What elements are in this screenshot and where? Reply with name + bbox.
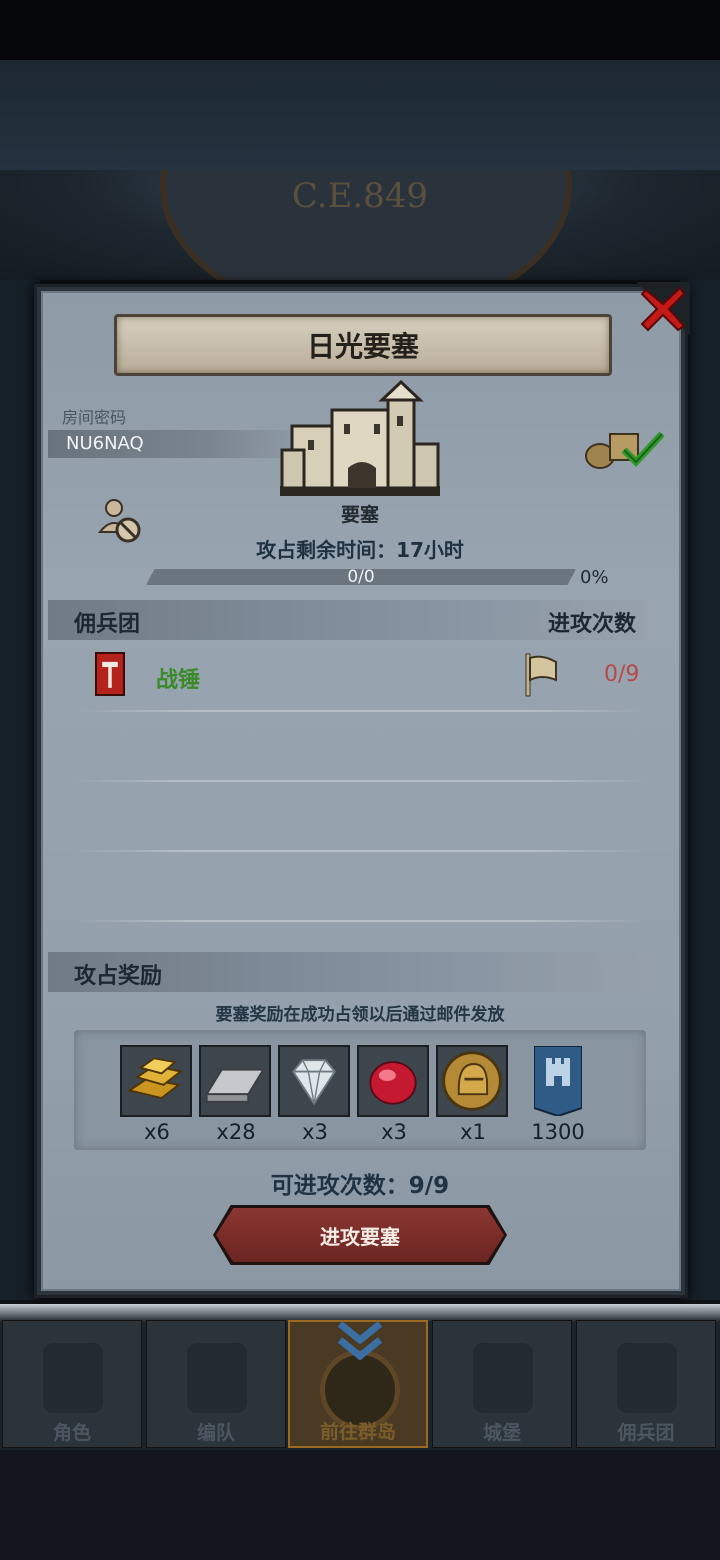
close-icon: [640, 286, 686, 332]
status-bar: [0, 0, 720, 60]
attacks-remaining: 可进攻次数：9/9: [270, 1173, 450, 1199]
row-divider: [74, 710, 646, 712]
nav-tab-label: 角色: [52, 1422, 91, 1444]
row-divider: [74, 850, 646, 852]
background-banner: C.E.849: [0, 170, 720, 280]
capture-progress-text: 0/0: [347, 567, 375, 587]
helmet-icon: [187, 1343, 247, 1413]
knight-icon: [43, 1343, 103, 1413]
knight-medal-icon: [438, 1047, 506, 1115]
background-band: [0, 60, 720, 170]
nav-tab-formation[interactable]: 编队: [146, 1320, 286, 1448]
castle-icon: [473, 1343, 533, 1413]
ruby-icon: [359, 1047, 427, 1115]
close-button[interactable]: [636, 282, 690, 336]
mercenary-section-title: 佣兵团: [74, 612, 141, 637]
fortress-icon: [280, 380, 440, 496]
nav-tab-label: 城堡: [482, 1422, 521, 1444]
reward-count: x6: [144, 1120, 170, 1144]
bottom-background: [0, 1450, 720, 1560]
room-code-label: 房间密码: [62, 408, 127, 427]
nav-tab-label: 佣兵团: [617, 1422, 675, 1444]
room-code[interactable]: NU6NAQ: [66, 433, 144, 454]
nav-tab-mercenary[interactable]: 佣兵团: [576, 1320, 716, 1448]
reward-item[interactable]: [357, 1045, 429, 1117]
loot-claimed-icon[interactable]: [584, 420, 666, 470]
reward-count: x28: [216, 1120, 256, 1144]
diamond-icon: [280, 1047, 348, 1115]
attack-fortress-button[interactable]: 进攻要塞: [216, 1208, 504, 1262]
row-divider: [74, 920, 646, 922]
reward-count: 1300: [531, 1120, 585, 1144]
silver-bar-icon: [201, 1047, 269, 1115]
nav-tab-label: 编队: [196, 1422, 235, 1444]
reward-item[interactable]: [199, 1045, 271, 1117]
gold-bar-icon: [122, 1047, 190, 1115]
dialog-title: 日光要塞: [114, 314, 612, 376]
calendar-year: C.E.849: [291, 176, 429, 216]
reward-count: x1: [460, 1120, 486, 1144]
nav-tab-character[interactable]: 角色: [2, 1320, 142, 1448]
flag-icon: [525, 653, 557, 697]
row-divider: [74, 780, 646, 782]
attack-count-header: 进攻次数: [548, 612, 637, 637]
mercenary-name: 战锤: [156, 668, 201, 693]
chevron-down-icon: [337, 1321, 383, 1361]
rewards-note: 要塞奖励在成功占领以后通过邮件发放: [215, 1005, 505, 1025]
rewards-section-title: 攻占奖励: [74, 964, 163, 989]
reward-count: x3: [381, 1120, 407, 1144]
castle-banner-icon[interactable]: [534, 1046, 582, 1116]
reward-item[interactable]: [436, 1045, 508, 1117]
capture-timer: 攻占剩余时间：17小时: [256, 538, 464, 562]
reward-count: x3: [302, 1120, 328, 1144]
reward-item[interactable]: [120, 1045, 192, 1117]
mercenary-attack-count: 0/9: [604, 662, 640, 687]
ship-icon: [617, 1343, 677, 1413]
hammer-banner-icon: [95, 652, 125, 696]
reward-item[interactable]: [278, 1045, 350, 1117]
nav-tab-label: 前往群岛: [319, 1421, 396, 1443]
nav-tab-castle[interactable]: 城堡: [432, 1320, 572, 1448]
capture-progress-percent: 0%: [580, 567, 609, 588]
